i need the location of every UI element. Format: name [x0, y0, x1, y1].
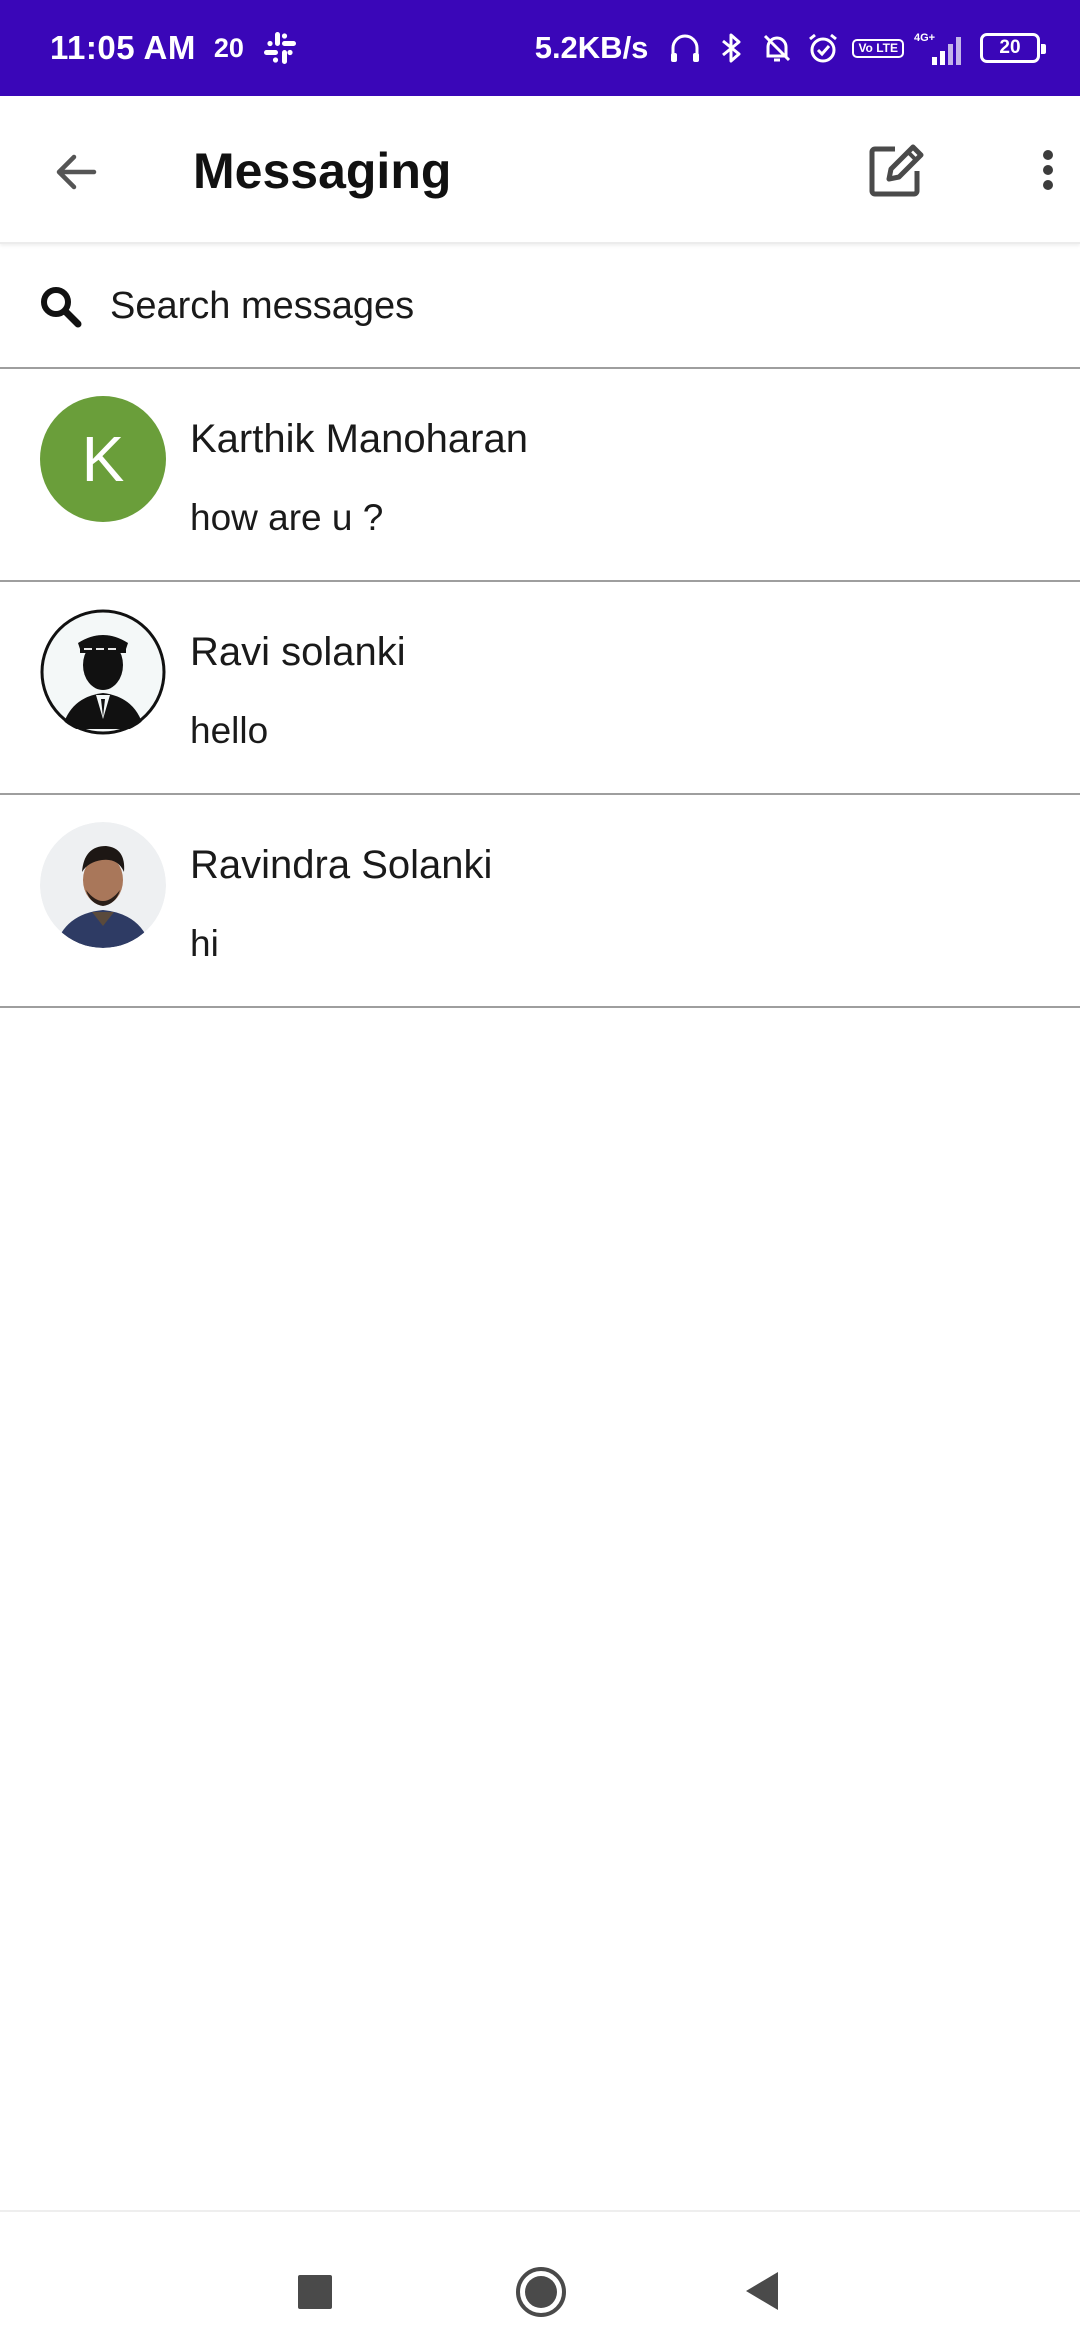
- last-message: hello: [190, 710, 269, 751]
- conversation-list: K Karthik Manoharan how are u ? Ravi sol…: [0, 369, 1080, 1008]
- search-bar: [0, 244, 1080, 369]
- network-type-label: 4G+: [914, 32, 935, 44]
- signal-bars-icon: 4G+: [914, 32, 961, 65]
- avatar-image: [40, 609, 166, 735]
- search-input[interactable]: [110, 274, 1010, 338]
- conversation-item[interactable]: Ravi solanki hello: [0, 582, 1080, 795]
- contact-name: Ravi solanki: [190, 630, 406, 674]
- volte-badge: Vo LTE: [852, 38, 904, 58]
- alarm-icon: [809, 33, 838, 63]
- signal-strength: 4G+: [912, 29, 966, 67]
- back-button[interactable]: [38, 134, 114, 210]
- more-options-button[interactable]: [1020, 132, 1076, 208]
- bluetooth-icon: [722, 33, 741, 63]
- status-bar: 11:05 AM 20 5.2KB/s Vo LTE 4G+ 20: [0, 0, 1080, 96]
- more-vert-icon: [1043, 145, 1053, 195]
- battery-level: 20: [999, 37, 1021, 58]
- notification-count: 20: [213, 32, 244, 63]
- avatar: [40, 609, 166, 735]
- app-bar: Messaging: [0, 96, 1080, 244]
- conversation-item[interactable]: Ravindra Solanki hi: [0, 795, 1080, 1008]
- slack-icon: [263, 32, 296, 64]
- avatar-letter: K: [81, 423, 125, 495]
- back-triangle-icon[interactable]: [740, 2268, 784, 2314]
- status-bar-right: 5.2KB/s Vo LTE 4G+ 20: [534, 29, 1046, 67]
- avatar: [40, 822, 166, 948]
- home-circle-icon[interactable]: [514, 2265, 568, 2319]
- avatar: K: [40, 396, 166, 522]
- notifications-off-icon: [764, 34, 791, 62]
- avatar-image: [40, 822, 166, 948]
- compose-icon: [869, 144, 924, 197]
- contact-name: Karthik Manoharan: [190, 417, 528, 461]
- compose-button[interactable]: [858, 132, 934, 208]
- recents-square-icon[interactable]: [298, 2275, 332, 2309]
- search-icon: [41, 287, 82, 328]
- headphones-icon: [671, 34, 700, 62]
- back-arrow-icon: [56, 154, 97, 190]
- battery-indicator: 20: [980, 33, 1046, 63]
- contact-name: Ravindra Solanki: [190, 843, 493, 887]
- last-message: how are u ?: [190, 497, 384, 538]
- status-time: 11:05 AM: [50, 29, 196, 66]
- last-message: hi: [190, 923, 219, 964]
- system-nav-bar: [0, 2210, 1080, 2340]
- page-title: Messaging: [193, 143, 452, 199]
- net-speed: 5.2KB/s: [534, 30, 649, 65]
- conversation-item[interactable]: K Karthik Manoharan how are u ?: [0, 369, 1080, 582]
- status-bar-left: 11:05 AM 20: [50, 28, 300, 68]
